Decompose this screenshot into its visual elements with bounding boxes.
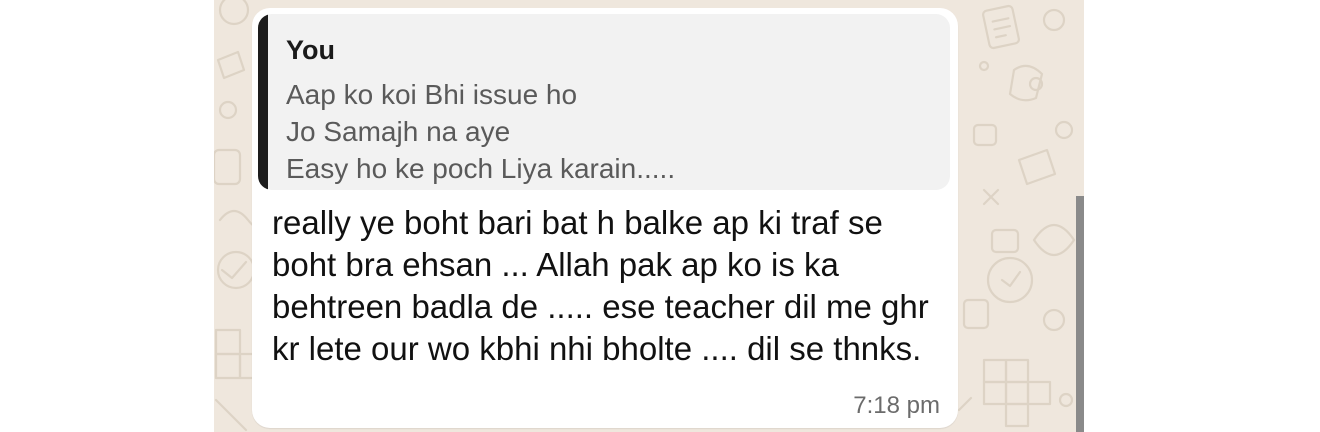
quoted-text: Aap ko koi Bhi issue ho Jo Samajh na aye… bbox=[286, 76, 675, 187]
message-timestamp: 7:18 pm bbox=[853, 392, 940, 419]
quoted-line: Aap ko koi Bhi issue ho bbox=[286, 79, 578, 110]
quoted-line: Easy ho ke poch Liya karain..... bbox=[286, 153, 676, 184]
incoming-message-bubble[interactable]: You Aap ko koi Bhi issue ho Jo Samajh na… bbox=[252, 8, 958, 428]
scrollbar[interactable] bbox=[1076, 196, 1084, 432]
quoted-line: Jo Samajh na aye bbox=[286, 116, 511, 147]
quoted-reply[interactable]: You Aap ko koi Bhi issue ho Jo Samajh na… bbox=[258, 14, 950, 190]
screenshot-stage: You Aap ko koi Bhi issue ho Jo Samajh na… bbox=[0, 0, 1320, 432]
message-text: really ye boht bari bat h balke ap ki tr… bbox=[272, 204, 929, 367]
quoted-author: You bbox=[286, 35, 335, 65]
quote-accent-bar bbox=[258, 14, 268, 190]
